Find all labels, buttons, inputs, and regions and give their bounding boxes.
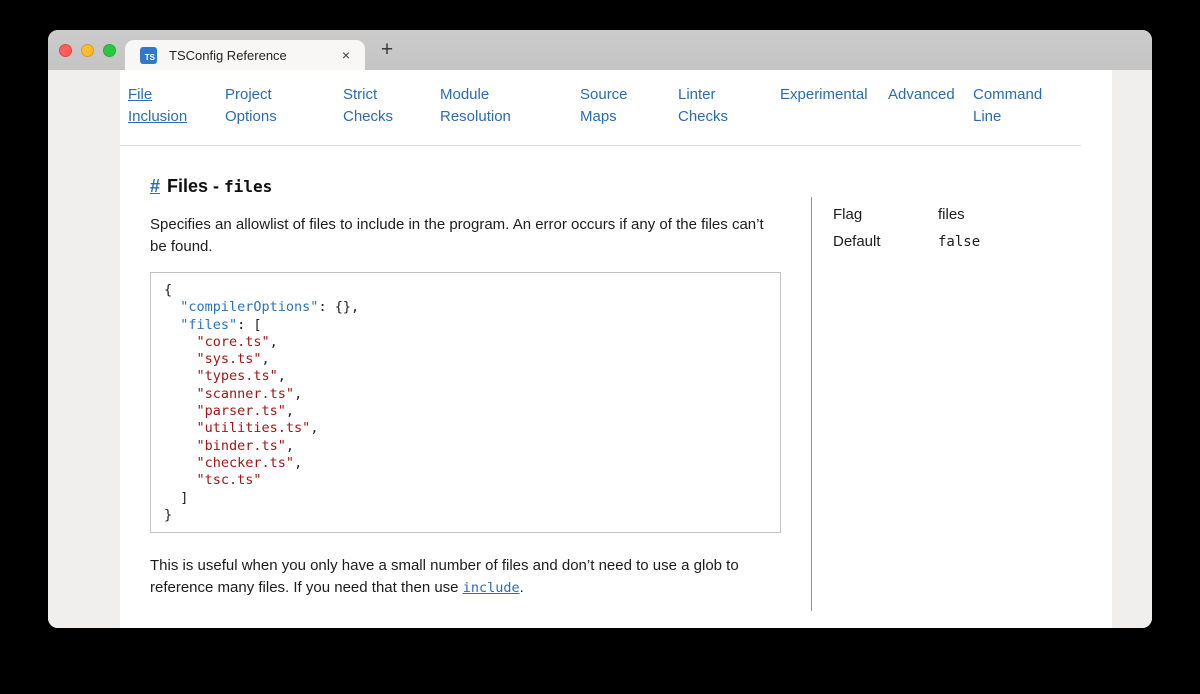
tab-title: TSConfig Reference xyxy=(169,48,335,63)
code-token-punct xyxy=(164,368,197,384)
code-token-punct xyxy=(164,299,180,315)
code-token-punct: , xyxy=(310,420,318,436)
code-token-punct: , xyxy=(278,368,286,384)
intro-paragraph: Specifies an allowlist of files to inclu… xyxy=(150,214,784,258)
code-line: "sys.ts", xyxy=(164,351,767,368)
code-token-punct xyxy=(164,438,197,454)
content-card: File Inclusion Project Options Strict Chec… xyxy=(120,70,1112,628)
code-token-punct xyxy=(164,472,197,488)
heading-anchor-link[interactable]: # xyxy=(150,176,160,196)
code-token-punct: , xyxy=(286,438,294,454)
minimize-window-button[interactable] xyxy=(81,44,94,57)
meta-label: Default xyxy=(833,232,938,252)
code-token-punct: , xyxy=(294,386,302,402)
code-token-punct xyxy=(164,334,197,350)
nav-link-experimental[interactable]: Experimental xyxy=(780,84,890,106)
code-token-punct: , xyxy=(294,455,302,471)
meta-label: Flag xyxy=(833,205,938,225)
code-token-string: "core.ts" xyxy=(197,334,270,350)
code-token-punct xyxy=(164,317,180,333)
code-line: "files": [ xyxy=(164,317,767,334)
code-token-punct: , xyxy=(270,334,278,350)
code-token-punct: : {}, xyxy=(318,299,359,315)
browser-tab-bar: TS TSConfig Reference × + xyxy=(48,30,1152,70)
code-token-string: "parser.ts" xyxy=(197,403,286,419)
code-token-punct: , xyxy=(286,403,294,419)
nav-link-file-inclusion[interactable]: File Inclusion xyxy=(128,84,204,128)
code-line: } xyxy=(164,507,767,524)
code-token-string: "binder.ts" xyxy=(197,438,286,454)
code-token-punct xyxy=(164,351,197,367)
outro-text-after: . xyxy=(520,579,524,596)
browser-tab[interactable]: TS TSConfig Reference × xyxy=(125,40,365,70)
close-window-button[interactable] xyxy=(59,44,72,57)
code-token-punct: } xyxy=(164,507,172,523)
traffic-lights xyxy=(59,30,116,70)
code-line: "utilities.ts", xyxy=(164,420,767,437)
code-token-string: "sys.ts" xyxy=(197,351,262,367)
code-line: "tsc.ts" xyxy=(164,472,767,489)
page-title: # Files - files xyxy=(150,174,272,199)
outro-paragraph: This is useful when you only have a smal… xyxy=(150,555,784,599)
code-token-punct: { xyxy=(164,282,172,298)
sidebar-divider xyxy=(811,197,812,611)
page-background: File Inclusion Project Options Strict Chec… xyxy=(48,70,1152,628)
meta-value: false xyxy=(938,232,980,252)
new-tab-button[interactable]: + xyxy=(372,30,402,70)
code-token-string: "tsc.ts" xyxy=(197,472,262,488)
code-token-key: "files" xyxy=(180,317,237,333)
include-link[interactable]: include xyxy=(463,580,520,596)
option-meta-panel: FlagfilesDefaultfalse xyxy=(833,205,1083,259)
page-title-text: Files - xyxy=(167,176,219,196)
typescript-logo-icon: TS xyxy=(140,47,157,64)
nav-link-strict-checks[interactable]: Strict Checks xyxy=(343,84,405,128)
code-token-punct xyxy=(164,403,197,419)
nav-link-linter-checks[interactable]: Linter Checks xyxy=(678,84,740,128)
tab-close-icon[interactable]: × xyxy=(335,44,357,66)
code-line: "core.ts", xyxy=(164,334,767,351)
code-line: "compilerOptions": {}, xyxy=(164,299,767,316)
nav-link-command-line[interactable]: Command Line xyxy=(973,84,1059,128)
nav-link-advanced[interactable]: Advanced xyxy=(888,84,978,106)
code-block: { "compilerOptions": {}, "files": [ "cor… xyxy=(150,272,781,533)
code-token-punct xyxy=(164,455,197,471)
code-line: "parser.ts", xyxy=(164,403,767,420)
zoom-window-button[interactable] xyxy=(103,44,116,57)
code-line: { xyxy=(164,282,767,299)
code-token-string: "utilities.ts" xyxy=(197,420,311,436)
top-navigation: File Inclusion Project Options Strict Chec… xyxy=(120,84,1112,142)
meta-row-default: Defaultfalse xyxy=(833,232,1083,252)
meta-value: files xyxy=(938,205,965,225)
code-token-punct: , xyxy=(262,351,270,367)
code-line: "scanner.ts", xyxy=(164,386,767,403)
code-token-key: "compilerOptions" xyxy=(180,299,318,315)
nav-link-project-options[interactable]: Project Options xyxy=(225,84,297,128)
code-token-punct: ] xyxy=(164,490,188,506)
nav-link-source-maps[interactable]: Source Maps xyxy=(580,84,640,128)
meta-row-flag: Flagfiles xyxy=(833,205,1083,225)
code-token-punct xyxy=(164,420,197,436)
code-line: ] xyxy=(164,490,767,507)
browser-window: TS TSConfig Reference × + File Inclusion… xyxy=(48,30,1152,628)
code-token-punct: : [ xyxy=(237,317,261,333)
page-title-code: files xyxy=(224,177,272,196)
nav-divider xyxy=(120,145,1081,146)
outro-text-before: This is useful when you only have a smal… xyxy=(150,557,739,596)
code-token-string: "types.ts" xyxy=(197,368,278,384)
code-line: "binder.ts", xyxy=(164,438,767,455)
code-line: "checker.ts", xyxy=(164,455,767,472)
code-token-string: "scanner.ts" xyxy=(197,386,295,402)
code-line: "types.ts", xyxy=(164,368,767,385)
nav-link-module-resolution[interactable]: Module Resolution xyxy=(440,84,526,128)
code-token-punct xyxy=(164,386,197,402)
code-token-string: "checker.ts" xyxy=(197,455,295,471)
